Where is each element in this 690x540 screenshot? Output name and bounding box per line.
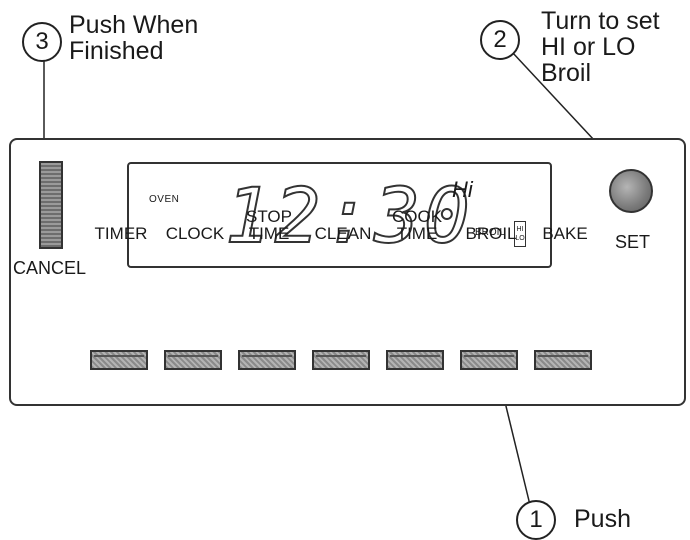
key-broil-label: BROIL [465,224,517,243]
clock-button[interactable] [164,350,222,370]
cancel-label: CANCEL [13,258,87,278]
callout-1-number: 1 [529,506,543,533]
bake-button[interactable] [534,350,592,370]
callout-2-number: 2 [493,26,507,53]
cook-time-button[interactable] [386,350,444,370]
key-timer-label: TIMER [94,224,148,243]
callout-2-circle: 2 [480,20,520,60]
timer-button[interactable] [90,350,148,370]
cancel-button[interactable] [39,161,63,249]
key-clock-label: CLOCK [165,224,225,243]
oven-control-panel: CANCEL OVEN 12:30 Hi BROIL HI LO SET TIM… [9,138,686,406]
callout-1-text: Push [574,505,631,533]
hi-indicator: Hi [452,177,473,202]
set-knob[interactable] [609,169,653,213]
key-bake-label: BAKE [542,224,588,243]
clean-button[interactable] [312,350,370,370]
callout-2-text: Turn to set HI or LO Broil [541,7,660,87]
oven-indicator: OVEN [149,194,180,205]
broil-button[interactable] [460,350,518,370]
key-clean-label: CLEAN [314,224,372,243]
key-stop-time-label: STOP TIME [246,207,292,243]
callout-1-circle: 1 [516,500,556,540]
key-cook-time-label: COOK TIME [391,207,443,243]
callout-3-number: 3 [35,28,49,55]
callout-3-text: Push When Finished [69,11,199,65]
lcd-display: OVEN 12:30 Hi BROIL HI LO [127,162,552,268]
set-label: SET [615,232,651,252]
stop-time-button[interactable] [238,350,296,370]
callout-3-circle: 3 [22,22,62,62]
